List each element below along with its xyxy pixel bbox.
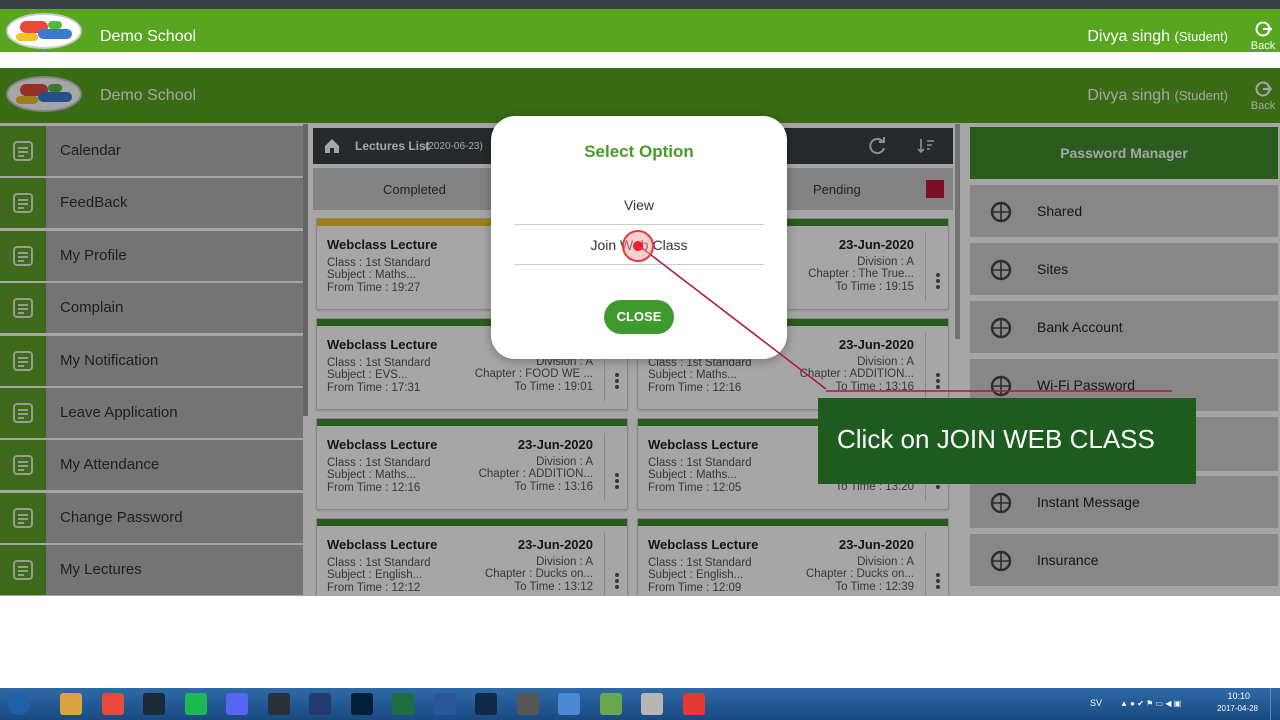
dialog-title: Select Option [584, 142, 694, 161]
taskbar-app-icon[interactable] [101, 693, 124, 715]
empty-area [0, 596, 1280, 688]
taskbar-app-icon[interactable] [309, 693, 331, 715]
taskbar-app-icon[interactable] [184, 693, 207, 715]
taskbar-app-icon[interactable] [599, 693, 622, 715]
option-view[interactable]: View [514, 185, 764, 225]
user-name: Divya singh (Student) [1087, 28, 1228, 46]
taskbar-app-icon[interactable] [641, 693, 663, 715]
system-tray: SV ▲ ● ✔ ⚑ ▭ ◀ ▣ 10:10 2017-04-28 [1080, 688, 1280, 720]
language-indicator[interactable]: SV [1090, 698, 1102, 708]
taskbar-app-icon[interactable] [475, 693, 497, 715]
taskbar-app-icon[interactable] [433, 693, 456, 715]
back-label: Back [1250, 40, 1276, 52]
taskbar-app-icon[interactable] [60, 693, 82, 715]
taskbar-app-icon[interactable] [143, 693, 165, 715]
taskbar-app-icon[interactable] [392, 693, 414, 715]
clock-date[interactable]: 2017-04-28 [1217, 704, 1258, 713]
user-role: (Student) [1174, 29, 1228, 44]
tutorial-callout: Click on JOIN WEB CLASS [818, 398, 1196, 484]
taskbar-app-icon[interactable] [350, 693, 373, 715]
close-button[interactable]: CLOSE [604, 300, 674, 334]
taskbar-app-icon[interactable] [516, 693, 539, 715]
school-logo [6, 13, 82, 49]
back-button[interactable]: Back [1246, 20, 1280, 52]
windows-taskbar: SV ▲ ● ✔ ⚑ ▭ ◀ ▣ 10:10 2017-04-28 [0, 688, 1280, 720]
show-desktop-button[interactable] [1270, 688, 1280, 720]
app-header-background: Demo School Divya singh (Student) Back [0, 9, 1280, 52]
school-name: Demo School [100, 28, 197, 45]
click-indicator [622, 230, 654, 262]
start-button[interactable] [8, 693, 30, 715]
back-icon [1255, 21, 1272, 37]
user-name-text: Divya singh [1087, 28, 1171, 45]
window-top-strip [0, 0, 1280, 9]
taskbar-app-icon[interactable] [682, 693, 705, 715]
taskbar-app-icon[interactable] [226, 693, 248, 715]
taskbar-app-icon[interactable] [558, 693, 580, 715]
taskbar-app-icon[interactable] [267, 693, 290, 715]
tray-icons[interactable]: ▲ ● ✔ ⚑ ▭ ◀ ▣ [1120, 699, 1181, 708]
clock-time[interactable]: 10:10 [1227, 691, 1250, 701]
